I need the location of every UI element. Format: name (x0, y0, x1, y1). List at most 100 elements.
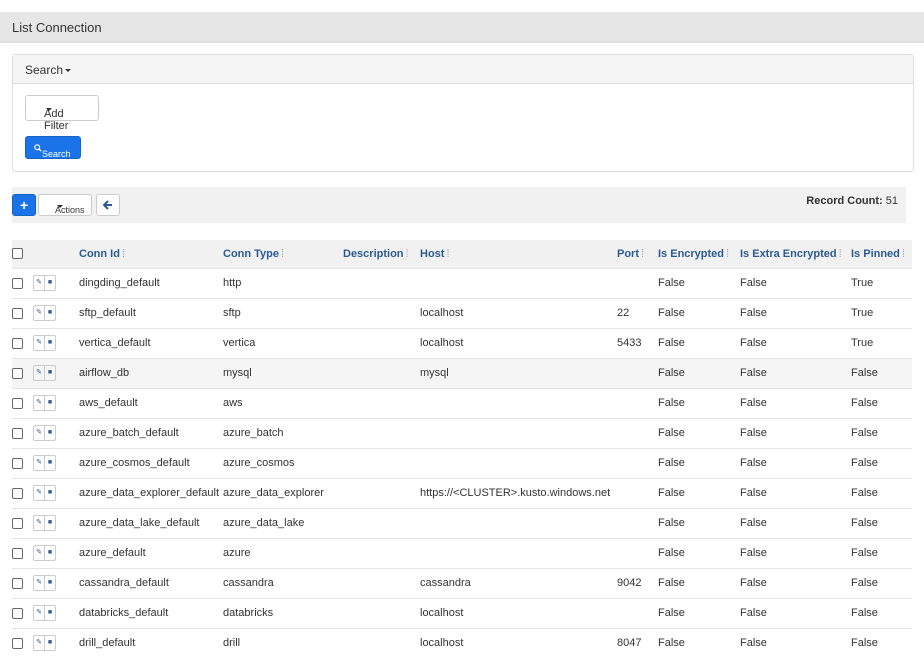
is-pinned-cell: False (851, 367, 878, 379)
edit-icon[interactable]: ✎ (34, 336, 44, 350)
is-pinned-cell: False (851, 457, 878, 469)
column-header-description[interactable]: Description ⁞ (343, 240, 420, 268)
select-all-checkbox[interactable] (12, 248, 23, 260)
row-select-cell (12, 298, 33, 328)
column-label: Is Encrypted (658, 247, 725, 260)
trash-icon[interactable]: ■ (44, 396, 55, 410)
row-action-group: ✎ ■ (33, 485, 56, 501)
row-select-cell (12, 568, 33, 598)
edit-icon[interactable]: ✎ (34, 276, 44, 290)
column-header-is-extra-encrypted[interactable]: Is Extra Encrypted ⁞ (740, 240, 851, 268)
edit-icon[interactable]: ✎ (34, 306, 44, 320)
row-select-cell (12, 388, 33, 418)
row-actions-cell: ✎ ■ (33, 298, 79, 328)
port-cell (617, 448, 658, 478)
table-row: ✎ ■ azure_cosmos_default azure_cosmos False F… (12, 448, 912, 478)
is-pinned-cell: False (851, 637, 878, 650)
edit-icon[interactable]: ✎ (34, 486, 44, 500)
search-button[interactable]: Search (25, 136, 81, 159)
conn-id-cell: vertica_default (79, 337, 151, 349)
row-checkbox[interactable] (12, 607, 23, 619)
trash-icon[interactable]: ■ (44, 576, 55, 590)
trash-icon[interactable]: ■ (44, 636, 55, 651)
row-action-group: ✎ ■ (33, 575, 56, 591)
is-pinned-cell: False (851, 547, 878, 559)
row-checkbox[interactable] (12, 397, 23, 409)
row-checkbox[interactable] (12, 277, 23, 289)
page-title-bar: List Connection (0, 12, 924, 43)
conn-type-cell: azure_batch (223, 427, 284, 439)
description-cell (343, 388, 420, 418)
conn-id-cell: cassandra_default (79, 577, 169, 589)
row-select-cell (12, 538, 33, 568)
row-checkbox[interactable] (12, 547, 23, 559)
is-pinned-cell: False (851, 607, 878, 619)
column-header-is-encrypted[interactable]: Is Encrypted ⁞ (658, 240, 740, 268)
is-encrypted-cell: False (658, 277, 685, 289)
column-header-port[interactable]: Port ⁞ (617, 240, 658, 268)
table-row: ✎ ■ aws_default aws False False False (12, 388, 912, 418)
add-record-button[interactable]: + (12, 194, 36, 216)
trash-icon[interactable]: ■ (44, 516, 55, 530)
edit-icon[interactable]: ✎ (34, 516, 44, 530)
add-filter-button[interactable]: Add Filter (25, 95, 99, 132)
trash-icon[interactable]: ■ (44, 366, 55, 380)
is-encrypted-cell: False (658, 337, 685, 349)
port-cell (617, 388, 658, 418)
row-checkbox[interactable] (12, 637, 23, 649)
row-checkbox[interactable] (12, 517, 23, 529)
trash-icon[interactable]: ■ (44, 426, 55, 440)
port-cell (617, 538, 658, 568)
description-cell (343, 568, 420, 598)
search-panel-header[interactable]: Search (13, 55, 913, 84)
back-button[interactable] (96, 194, 120, 216)
row-action-group: ✎ ■ (33, 365, 56, 381)
conn-id-cell: azure_data_explorer_default (79, 487, 220, 499)
row-checkbox[interactable] (12, 337, 23, 349)
is-encrypted-cell: False (658, 487, 685, 499)
row-checkbox[interactable] (12, 307, 23, 319)
trash-icon[interactable]: ■ (44, 456, 55, 470)
host-cell (420, 508, 617, 538)
search-toggle[interactable]: Search (25, 63, 72, 77)
is-encrypted-cell: False (658, 607, 685, 619)
trash-icon[interactable]: ■ (44, 306, 55, 320)
conn-type-cell: aws (223, 397, 243, 409)
edit-icon[interactable]: ✎ (34, 546, 44, 560)
edit-icon[interactable]: ✎ (34, 606, 44, 620)
row-action-group: ✎ ■ (33, 395, 56, 411)
row-action-group: ✎ ■ (33, 545, 56, 561)
edit-icon[interactable]: ✎ (34, 396, 44, 410)
trash-icon[interactable]: ■ (44, 546, 55, 560)
row-select-cell (12, 628, 33, 658)
column-header-host[interactable]: Host ⁞ (420, 240, 617, 268)
edit-icon[interactable]: ✎ (34, 576, 44, 590)
edit-icon[interactable]: ✎ (34, 366, 44, 380)
sort-icon: ⁞ (281, 247, 285, 260)
port-cell: 5433 (617, 337, 642, 349)
actions-dropdown[interactable]: Actions (38, 194, 92, 216)
column-header-is-pinned[interactable]: Is Pinned ⁞ (851, 240, 912, 268)
row-checkbox[interactable] (12, 367, 23, 379)
row-actions-cell: ✎ ■ (33, 328, 79, 358)
host-cell: localhost (420, 337, 464, 349)
row-checkbox[interactable] (12, 487, 23, 499)
edit-icon[interactable]: ✎ (34, 426, 44, 440)
column-header-conn-type[interactable]: Conn Type ⁞ (223, 240, 343, 268)
trash-icon[interactable]: ■ (44, 606, 55, 620)
row-checkbox[interactable] (12, 457, 23, 469)
port-cell (617, 478, 658, 508)
row-checkbox[interactable] (12, 427, 23, 439)
conn-type-cell: vertica (223, 337, 256, 349)
trash-icon[interactable]: ■ (44, 276, 55, 290)
edit-icon[interactable]: ✎ (34, 456, 44, 470)
is-extra-encrypted-cell: False (740, 307, 767, 319)
edit-icon[interactable]: ✎ (34, 636, 44, 650)
sort-icon: ⁞ (405, 247, 409, 260)
column-header-conn-id[interactable]: Conn Id ⁞ (79, 240, 223, 268)
trash-icon[interactable]: ■ (44, 336, 55, 350)
table-row: ✎ ■ cassandra_default cassandra cassandra 904… (12, 568, 912, 598)
trash-icon[interactable]: ■ (44, 486, 55, 500)
row-action-group: ✎ ■ (33, 425, 56, 441)
row-checkbox[interactable] (12, 577, 23, 589)
